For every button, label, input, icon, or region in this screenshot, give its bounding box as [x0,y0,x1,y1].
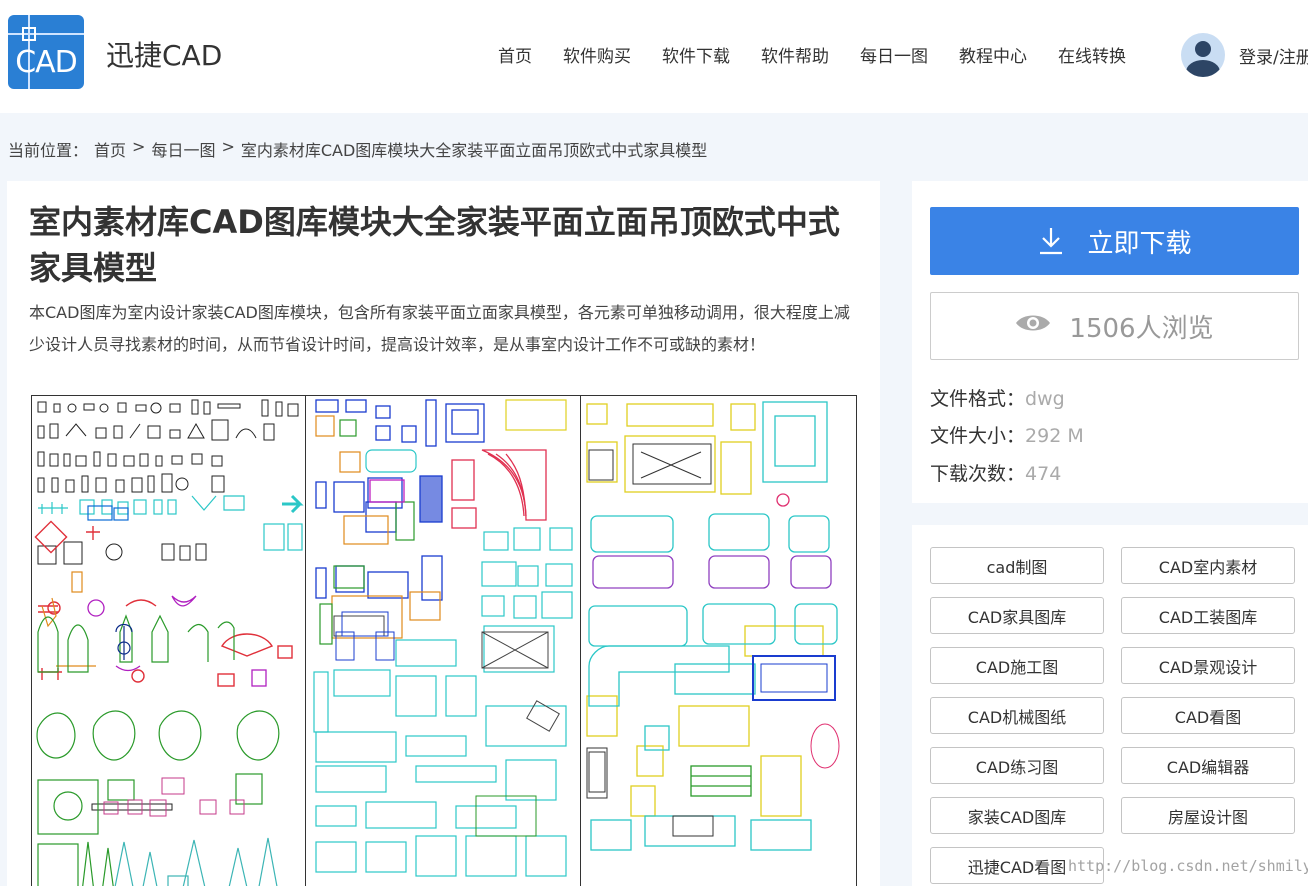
tag-link[interactable]: CAD景观设计 [1121,647,1295,684]
breadcrumb-daily-image[interactable]: 每日一图 [151,137,215,161]
avatar-body [1186,60,1220,77]
tag-link[interactable]: CAD家具图库 [930,597,1104,634]
tag-link[interactable]: CAD编辑器 [1121,747,1295,784]
cad-preview-image[interactable] [31,395,857,886]
tag-link[interactable]: CAD施工图 [930,647,1104,684]
article-card: 室内素材库CAD图库模块大全家装平面立面吊顶欧式中式家具模型 本CAD图库为室内… [7,181,880,886]
file-format-label: 文件格式： [930,388,1026,410]
file-size-row: 文件大小：292 M [930,421,1084,448]
tag-cloud: cad制图 CAD室内素材 CAD家具图库 CAD工装图库 CAD施工图 CAD… [912,525,1308,886]
tag-link[interactable]: CAD室内素材 [1121,547,1295,584]
download-label: 立即下载 [1087,227,1192,258]
file-size-value: 292 M [1025,425,1084,447]
decor-drawing [34,399,304,886]
preview-panel-decor [32,396,306,886]
nav-item-daily-image[interactable]: 每日一图 [860,42,928,67]
tag-link[interactable]: cad制图 [930,547,1104,584]
tag-link[interactable]: CAD机械图纸 [930,697,1104,734]
nav-item-home[interactable]: 首页 [498,42,532,67]
download-count-value: 474 [1025,463,1062,485]
download-icon [1037,226,1065,256]
tag-link[interactable]: CAD练习图 [930,747,1104,784]
download-count-row: 下载次数：474 [930,459,1061,486]
furniture-drawing [313,399,573,877]
download-button[interactable]: 立即下载 [930,207,1299,275]
preview-panel-furniture [306,396,581,886]
article-description: 本CAD图库为室内设计家装CAD图库模块，包含所有家装平面立面家具模型，各元素可… [29,303,850,354]
tag-link[interactable]: 家装CAD图库 [930,797,1104,834]
login-register-link[interactable]: 登录/注册 [1239,43,1308,68]
breadcrumb-current[interactable]: 室内素材库CAD图库模块大全家装平面立面吊顶欧式中式家具模型 [241,137,707,161]
file-format-value: dwg [1025,388,1065,410]
preview-panel-sofas [581,396,856,886]
article-title: 室内素材库CAD图库模块大全家装平面立面吊顶欧式中式家具模型 [29,203,840,287]
logo-crosshair-horizontal [8,33,84,35]
nav-item-online-convert[interactable]: 在线转换 [1058,42,1126,67]
site-header: CAD 迅捷CAD 首页 软件购买 软件下载 软件帮助 每日一图 教程中心 在线… [0,0,1308,113]
breadcrumb-separator: > [221,137,235,156]
eye-icon [1015,311,1051,342]
tag-link[interactable]: CAD看图 [1121,697,1295,734]
breadcrumb-separator: > [132,137,146,156]
breadcrumb-home[interactable]: 首页 [94,137,126,161]
sofa-drawing [586,401,840,851]
download-panel: 立即下载 1506人浏览 文件格式：dwg 文件大小：292 M 下载次数：47… [912,181,1308,503]
nav-item-purchase[interactable]: 软件购买 [563,42,631,67]
nav-item-help[interactable]: 软件帮助 [761,42,829,67]
download-count-label: 下载次数： [930,463,1026,485]
nav-item-download[interactable]: 软件下载 [662,42,730,67]
brand-name[interactable]: 迅捷CAD [106,34,222,74]
nav-item-tutorials[interactable]: 教程中心 [959,42,1027,67]
tag-link[interactable]: 房屋设计图 [1121,797,1295,834]
csdn-watermark: http://blog.csdn.net/shmily613 [1068,857,1308,875]
breadcrumb-label: 当前位置： [8,141,89,160]
logo-square [22,27,36,41]
view-count-box: 1506人浏览 [930,292,1299,360]
breadcrumb: 当前位置： 首页 > 每日一图 > 室内素材库CAD图库模块大全家装平面立面吊顶… [8,137,713,161]
logo-text: CAD [15,45,78,80]
tag-link[interactable]: CAD工装图库 [1121,597,1295,634]
cad-logo[interactable]: CAD [8,15,84,89]
file-format-row: 文件格式：dwg [930,384,1065,411]
avatar-head [1195,41,1211,57]
view-count-label: 1506人浏览 [1069,313,1214,344]
file-size-label: 文件大小： [930,425,1026,447]
user-avatar-icon[interactable] [1181,33,1225,77]
main-nav: 首页 软件购买 软件下载 软件帮助 每日一图 教程中心 在线转换 [498,42,1157,67]
